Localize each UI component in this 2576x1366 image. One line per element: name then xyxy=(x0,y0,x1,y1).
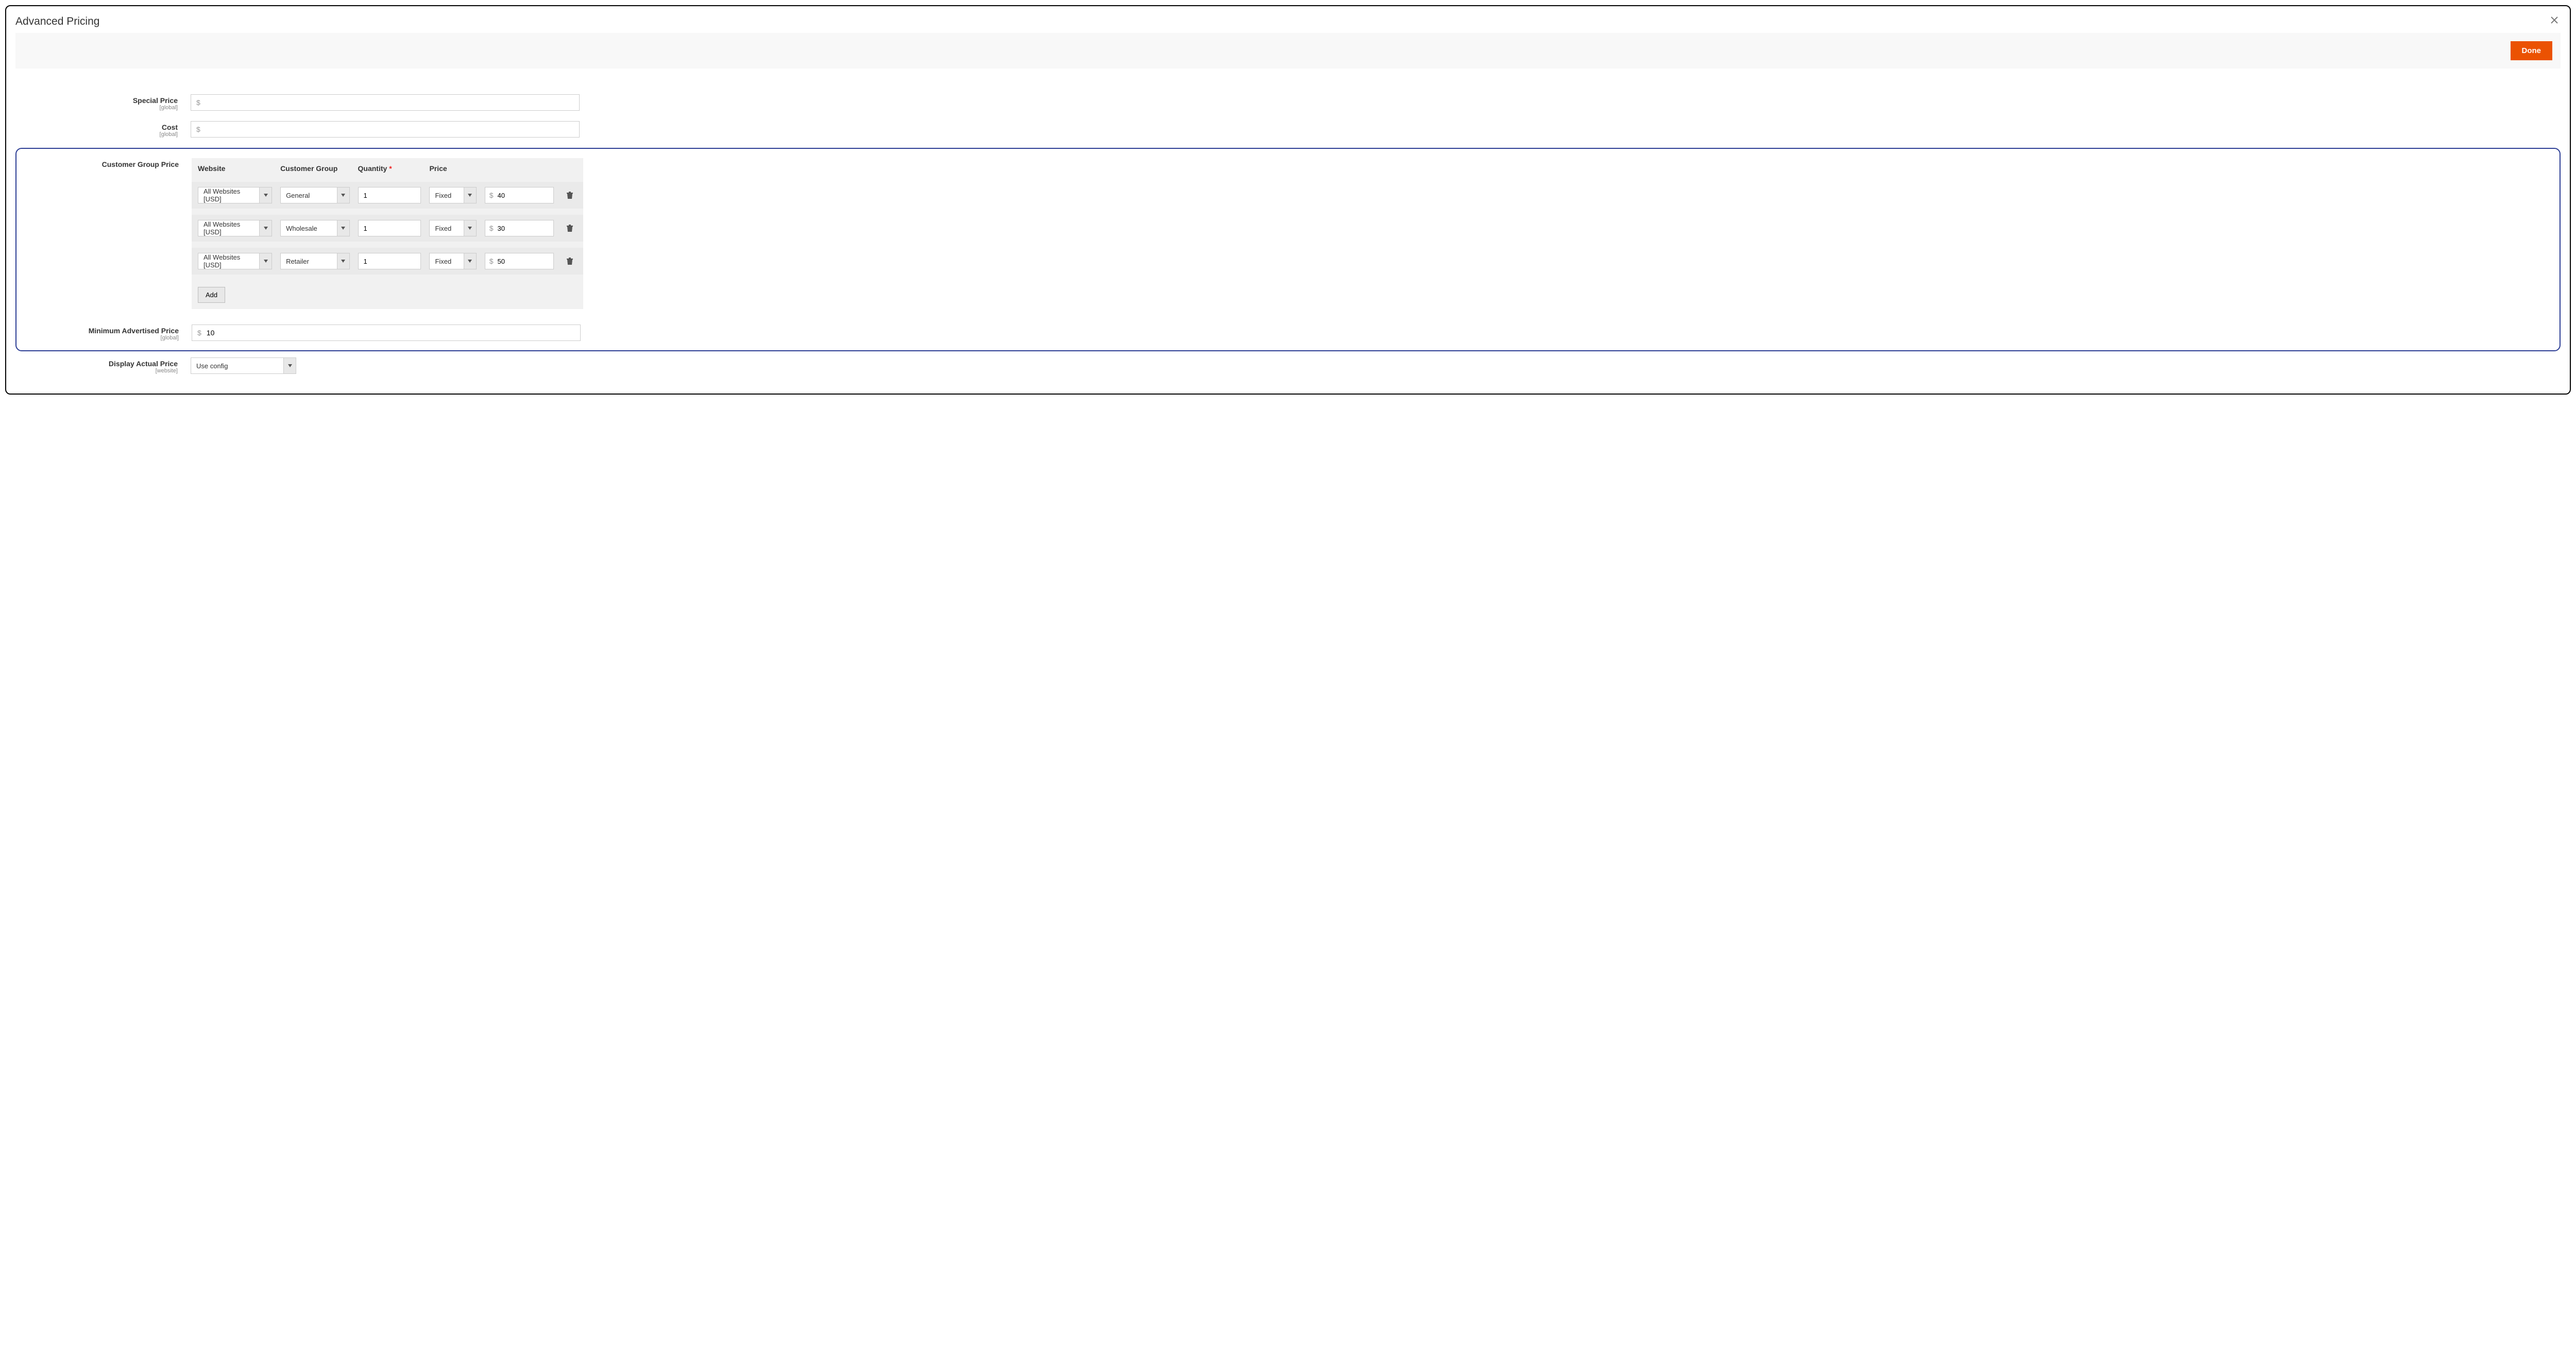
trash-icon[interactable] xyxy=(562,257,577,265)
trash-icon[interactable] xyxy=(562,224,577,232)
close-icon[interactable] xyxy=(2548,15,2561,27)
price-input-wrap[interactable]: $ xyxy=(485,187,554,203)
special-price-input[interactable] xyxy=(206,95,579,110)
trash-icon[interactable] xyxy=(562,191,577,199)
customer-group-select[interactable]: General xyxy=(280,187,349,203)
min-advertised-price-row: Minimum Advertised Price [global] $ xyxy=(16,325,2560,341)
map-input-wrap[interactable]: $ xyxy=(192,325,581,341)
scope-global: [global] xyxy=(15,131,178,138)
currency-prefix: $ xyxy=(485,224,498,232)
header-quantity: Quantity * xyxy=(358,164,421,173)
min-advertised-price-label: Minimum Advertised Price xyxy=(16,327,179,335)
map-input[interactable] xyxy=(207,325,580,340)
customer-group-value[interactable]: Wholesale xyxy=(281,220,336,236)
currency-prefix: $ xyxy=(485,257,498,265)
price-type-select[interactable]: Fixed xyxy=(429,253,476,269)
customer-group-select[interactable]: Wholesale xyxy=(280,220,349,236)
modal-title: Advanced Pricing xyxy=(15,15,99,28)
price-input-wrap[interactable]: $ xyxy=(485,220,554,236)
customer-group-select[interactable]: Retailer xyxy=(280,253,349,269)
group-price-table: Website Customer Group Quantity * Price … xyxy=(192,158,583,309)
customer-group-value[interactable]: Retailer xyxy=(281,253,336,269)
group-price-header: Website Customer Group Quantity * Price xyxy=(192,158,583,182)
header-website: Website xyxy=(198,164,272,173)
currency-prefix: $ xyxy=(191,125,206,133)
chevron-down-icon[interactable] xyxy=(464,187,476,203)
chevron-down-icon[interactable] xyxy=(259,220,272,236)
display-actual-price-value[interactable]: Use config xyxy=(191,358,283,373)
display-actual-price-row: Display Actual Price [website] Use confi… xyxy=(15,357,2561,374)
cost-input[interactable] xyxy=(206,122,579,137)
website-value[interactable]: All Websites [USD] xyxy=(198,187,259,203)
group-price-row: All Websites [USD] Retailer Fixed $ xyxy=(192,248,583,275)
customer-group-price-row: Customer Group Price Website Customer Gr… xyxy=(16,158,2560,309)
done-button[interactable]: Done xyxy=(2511,41,2553,60)
group-price-row: All Websites [USD] Wholesale Fixed $ xyxy=(192,215,583,242)
website-value[interactable]: All Websites [USD] xyxy=(198,253,259,269)
header-price: Price xyxy=(429,164,476,173)
price-type-select[interactable]: Fixed xyxy=(429,220,476,236)
cost-row: Cost [global] $ xyxy=(15,121,2561,138)
required-mark: * xyxy=(389,164,392,173)
chevron-down-icon[interactable] xyxy=(337,253,349,269)
cost-label: Cost xyxy=(15,123,178,131)
price-type-select[interactable]: Fixed xyxy=(429,187,476,203)
price-input[interactable] xyxy=(498,220,554,236)
website-select[interactable]: All Websites [USD] xyxy=(198,253,272,269)
customer-group-value[interactable]: General xyxy=(281,187,336,203)
chevron-down-icon[interactable] xyxy=(464,220,476,236)
chevron-down-icon[interactable] xyxy=(259,253,272,269)
currency-prefix: $ xyxy=(191,98,206,107)
website-select[interactable]: All Websites [USD] xyxy=(198,220,272,236)
scope-global: [global] xyxy=(16,335,179,341)
price-type-value[interactable]: Fixed xyxy=(430,253,463,269)
currency-prefix: $ xyxy=(485,191,498,199)
price-input[interactable] xyxy=(498,187,554,203)
scope-global: [global] xyxy=(15,105,178,111)
quantity-input[interactable] xyxy=(358,253,421,269)
chevron-down-icon[interactable] xyxy=(337,220,349,236)
chevron-down-icon[interactable] xyxy=(259,187,272,203)
chevron-down-icon[interactable] xyxy=(283,358,296,373)
quantity-input[interactable] xyxy=(358,220,421,236)
modal-header: Advanced Pricing xyxy=(15,15,2561,33)
special-price-input-wrap[interactable]: $ xyxy=(191,94,580,111)
customer-group-price-label: Customer Group Price xyxy=(16,160,179,168)
chevron-down-icon[interactable] xyxy=(337,187,349,203)
currency-prefix: $ xyxy=(192,329,207,337)
special-price-label: Special Price xyxy=(15,96,178,105)
add-row-section: Add xyxy=(192,281,583,309)
header-customer-group: Customer Group xyxy=(280,164,349,173)
chevron-down-icon[interactable] xyxy=(464,253,476,269)
price-type-value[interactable]: Fixed xyxy=(430,220,463,236)
price-input-wrap[interactable]: $ xyxy=(485,253,554,269)
display-actual-price-select[interactable]: Use config xyxy=(191,357,296,374)
scope-website: [website] xyxy=(15,368,178,374)
advanced-pricing-modal: Advanced Pricing Done Special Price [glo… xyxy=(5,5,2571,395)
special-price-row: Special Price [global] $ xyxy=(15,94,2561,111)
cost-input-wrap[interactable]: $ xyxy=(191,121,580,138)
group-price-row: All Websites [USD] General Fixed $ xyxy=(192,182,583,209)
website-select[interactable]: All Websites [USD] xyxy=(198,187,272,203)
quantity-input[interactable] xyxy=(358,187,421,203)
highlighted-section: Customer Group Price Website Customer Gr… xyxy=(15,148,2561,351)
action-bar: Done xyxy=(15,33,2561,69)
add-button[interactable]: Add xyxy=(198,287,225,303)
website-value[interactable]: All Websites [USD] xyxy=(198,220,259,236)
price-type-value[interactable]: Fixed xyxy=(430,187,463,203)
price-input[interactable] xyxy=(498,253,554,269)
display-actual-price-label: Display Actual Price xyxy=(15,360,178,368)
